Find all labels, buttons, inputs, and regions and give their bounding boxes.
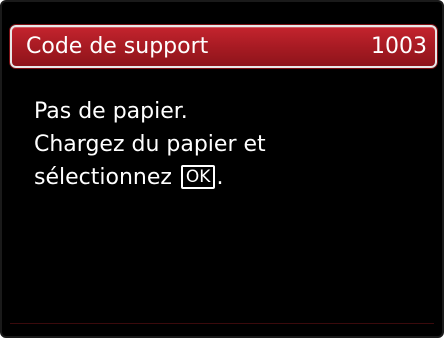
message-line-3-prefix: sélectionnez bbox=[34, 165, 172, 190]
title-bar: Code de support 1003 bbox=[10, 25, 437, 68]
bottom-divider bbox=[10, 323, 434, 324]
message-line-3-suffix: . bbox=[216, 165, 224, 190]
support-code: 1003 bbox=[371, 34, 427, 59]
message-line-2: Chargez du papier et bbox=[34, 132, 266, 157]
message-line-1: Pas de papier. bbox=[34, 99, 188, 124]
printer-lcd-screen: Code de support 1003 Pas de papier. Char… bbox=[0, 0, 444, 338]
error-message: Pas de papier. Chargez du papier et séle… bbox=[34, 95, 424, 194]
ok-key-icon: OK bbox=[180, 165, 216, 189]
message-line-3: sélectionnez OK. bbox=[34, 161, 424, 194]
title-label: Code de support bbox=[26, 34, 209, 59]
